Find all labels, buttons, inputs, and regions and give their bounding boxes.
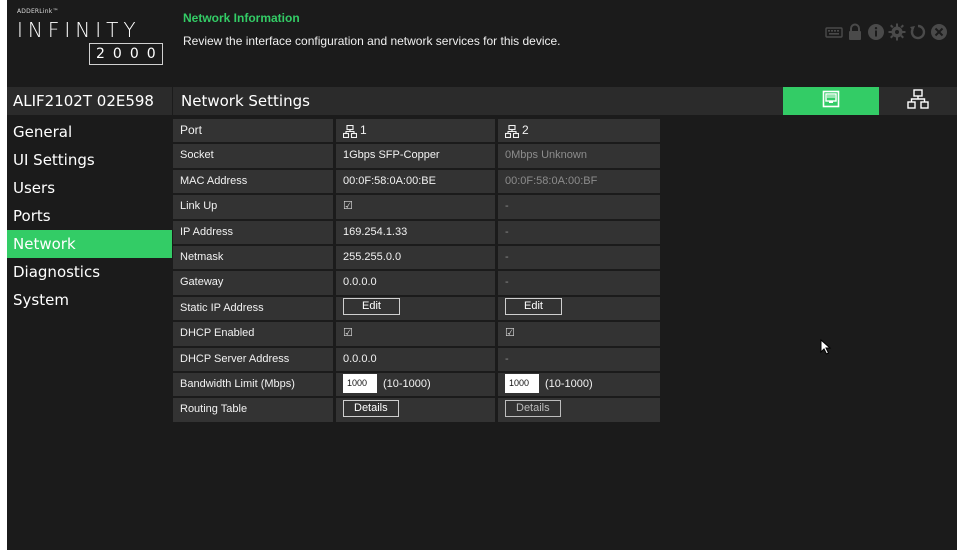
sidebar-item-network[interactable]: Network (7, 230, 172, 258)
routing-port1: Details (336, 398, 495, 422)
port-icon (342, 123, 358, 139)
gateway-label: Gateway (173, 271, 333, 295)
link-up-label: Link Up (173, 195, 333, 219)
table-row: DHCP Enabled ☑ ☑ (173, 322, 660, 347)
port1-number: 1 (360, 123, 367, 137)
edit-static-ip-port2-button[interactable]: Edit (505, 298, 562, 316)
header: ADDERLink™ INFINITY 2000 Network Informa… (7, 0, 957, 83)
socket-port1: 1Gbps SFP-Copper (336, 144, 495, 168)
table-row: IP Address 169.254.1.33 - (173, 220, 660, 246)
header-toolbar (825, 22, 948, 42)
panel-header: Network Settings (173, 87, 957, 115)
dhcp-enabled-port2: ☑ (498, 322, 660, 346)
static-ip-label: Static IP Address (173, 296, 333, 321)
table-row: MAC Address 00:0F:58:0A:00:BE 00:0F:58:0… (173, 169, 660, 195)
bandwidth-label: Bandwidth Limit (Mbps) (173, 372, 333, 397)
routing-details-port2-button[interactable]: Details (505, 399, 561, 417)
product-name: INFINITY (17, 18, 141, 42)
keyboard-icon[interactable] (825, 23, 843, 41)
edit-static-ip-port1-button[interactable]: Edit (343, 298, 400, 316)
app-window: ADDERLink™ INFINITY 2000 Network Informa… (7, 0, 957, 550)
page-title: Network Information (183, 11, 300, 25)
sidebar-item-ui-settings[interactable]: UI Settings (7, 146, 172, 174)
panel-title: Network Settings (181, 92, 310, 110)
sidebar-item-ports[interactable]: Ports (7, 202, 172, 230)
bandwidth-port2-input[interactable]: 1000 (505, 373, 539, 393)
bandwidth-port2: 1000 (10-1000) (498, 372, 660, 397)
table-row: DHCP Server Address 0.0.0.0 - (173, 347, 660, 373)
dhcp-server-port2: - (498, 347, 660, 371)
netmask-label: Netmask (173, 245, 333, 270)
model-number: 2000 (89, 43, 163, 65)
dhcp-server-label: DHCP Server Address (173, 347, 333, 371)
mac-port1: 00:0F:58:0A:00:BE (336, 169, 495, 194)
device-name: ALIF2102T 02E598 (7, 87, 172, 115)
netmask-port2: - (498, 245, 660, 270)
page-description: Review the interface configuration and n… (183, 34, 561, 48)
tab-network-view[interactable] (879, 87, 957, 115)
dhcp-enabled-label: DHCP Enabled (173, 322, 333, 346)
socket-label: Socket (173, 144, 333, 168)
bandwidth-port1: 1000 (10-1000) (336, 372, 495, 397)
mac-port2: 00:0F:58:0A:00:BF (498, 169, 660, 194)
static-ip-port2: Edit (498, 296, 660, 321)
ip-port2: - (498, 220, 660, 244)
routing-port2: Details (498, 398, 660, 422)
sidebar-item-users[interactable]: Users (7, 174, 172, 202)
sidebar-item-general[interactable]: General (7, 118, 172, 146)
table-row: Gateway 0.0.0.0 - (173, 271, 660, 296)
link-up-port2: - (498, 195, 660, 219)
bandwidth-port1-input[interactable]: 1000 (343, 373, 377, 393)
dhcp-port2-checkbox[interactable]: ☑ (505, 327, 515, 339)
sidebar-item-system[interactable]: System (7, 286, 172, 314)
gateway-port1: 0.0.0.0 (336, 271, 495, 295)
close-icon[interactable] (930, 23, 948, 41)
socket-port2: 0Mbps Unknown (498, 144, 660, 168)
port-label: Port (173, 119, 333, 143)
dhcp-enabled-port1: ☑ (336, 322, 495, 346)
table-row: Static IP Address Edit Edit (173, 296, 660, 322)
gateway-port2: - (498, 271, 660, 295)
mac-label: MAC Address (173, 169, 333, 194)
link-up-port1: ☑ (336, 195, 495, 219)
table-row: Routing Table Details Details (173, 398, 660, 423)
port2-number: 2 (522, 123, 529, 137)
routing-label: Routing Table (173, 398, 333, 422)
sidebar: General UI Settings Users Ports Network … (7, 118, 172, 314)
network-topology-icon (907, 89, 929, 113)
sidebar-item-diagnostics[interactable]: Diagnostics (7, 258, 172, 286)
table-row: Bandwidth Limit (Mbps) 1000 (10-1000) 100… (173, 372, 660, 398)
table-row: Port 1 2 (173, 119, 660, 144)
table-row: Socket 1Gbps SFP-Copper 0Mbps Unknown (173, 144, 660, 169)
port-icon (504, 123, 520, 139)
logo: ADDERLink™ INFINITY 2000 (17, 8, 167, 68)
refresh-icon[interactable] (909, 23, 927, 41)
mouse-cursor-icon (820, 339, 832, 355)
dhcp-port1-checkbox[interactable]: ☑ (343, 327, 353, 339)
lock-icon[interactable] (846, 23, 864, 41)
netmask-port1: 255.255.0.0 (336, 245, 495, 270)
static-ip-port1: Edit (336, 296, 495, 321)
tab-port-view[interactable] (783, 87, 879, 115)
brand-label: ADDERLink™ (17, 8, 59, 15)
ip-label: IP Address (173, 220, 333, 244)
bandwidth-range: (10-1000) (383, 377, 431, 390)
port2-header: 2 (498, 119, 660, 143)
port-view-icon (822, 90, 840, 112)
table-row: Link Up ☑ - (173, 195, 660, 220)
network-settings-table: Port 1 2 Socket 1Gbps SFP-Copper 0Mbps U… (173, 119, 660, 424)
ip-port1: 169.254.1.33 (336, 220, 495, 244)
bandwidth-range: (10-1000) (545, 377, 593, 390)
link-up-checkbox: ☑ (343, 200, 353, 213)
info-icon[interactable] (867, 23, 885, 41)
routing-details-port1-button[interactable]: Details (343, 399, 399, 417)
dhcp-server-port1: 0.0.0.0 (336, 347, 495, 371)
port1-header: 1 (336, 119, 495, 143)
table-row: Netmask 255.255.0.0 - (173, 245, 660, 271)
gear-icon[interactable] (888, 23, 906, 41)
